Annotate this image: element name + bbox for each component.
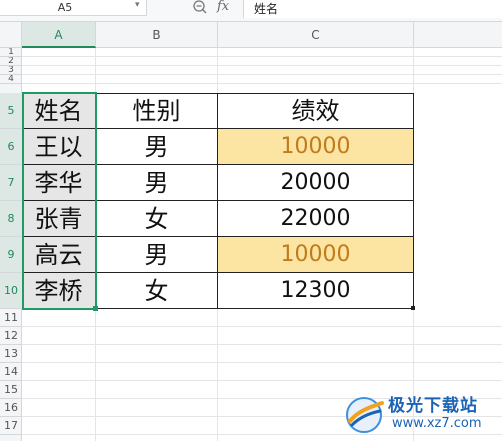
cell-b9[interactable]: 男 <box>96 237 218 273</box>
cell-a10[interactable]: 李桥 <box>22 273 96 309</box>
gridline <box>22 380 502 381</box>
gridline <box>22 65 502 66</box>
cell-a6[interactable]: 王以 <box>22 129 96 165</box>
chevron-down-icon[interactable]: ▾ <box>135 0 140 10</box>
gridline <box>22 326 502 327</box>
select-all-corner[interactable] <box>0 22 22 48</box>
cell-c8[interactable]: 22000 <box>218 201 414 237</box>
row-header-3[interactable]: 3 <box>0 66 22 75</box>
row-header-16[interactable]: 16 <box>0 399 22 417</box>
row-header-9[interactable]: 9 <box>0 237 22 273</box>
zoom-icon[interactable] <box>192 0 208 15</box>
row-header-5[interactable]: 5 <box>0 93 22 129</box>
row-header-10[interactable]: 10 <box>0 273 22 309</box>
formula-input[interactable]: 姓名 <box>243 0 502 18</box>
row-header-17[interactable]: 17 <box>0 417 22 435</box>
cell-c7[interactable]: 20000 <box>218 165 414 201</box>
watermark-title: 极光下载站 <box>388 396 478 416</box>
row-header-1[interactable]: 1 <box>0 48 22 57</box>
row-header-6[interactable]: 6 <box>0 129 22 165</box>
fill-handle[interactable] <box>93 306 98 311</box>
name-box-value: A5 <box>57 1 73 14</box>
row-header-4[interactable]: 4 <box>0 75 22 84</box>
column-header-b[interactable]: B <box>96 22 218 48</box>
gridline <box>22 344 502 345</box>
cell-b6[interactable]: 男 <box>96 129 218 165</box>
gridline <box>22 362 502 363</box>
row-header-7[interactable]: 7 <box>0 165 22 201</box>
table-corner-handle[interactable] <box>411 306 415 310</box>
gridline <box>22 56 502 57</box>
cell-c5[interactable]: 绩效 <box>218 93 414 129</box>
column-header-bar: A B C <box>0 22 502 48</box>
cell-a9[interactable]: 高云 <box>22 237 96 273</box>
row-header-13[interactable]: 13 <box>0 345 22 363</box>
cell-a8[interactable]: 张青 <box>22 201 96 237</box>
cell-a5[interactable]: 姓名 <box>22 93 96 129</box>
row-header-8[interactable]: 8 <box>0 201 22 237</box>
formula-input-value: 姓名 <box>254 2 279 16</box>
sheet-grid[interactable]: 姓名 性别 绩效 王以 男 10000 李华 男 20000 张青 女 2200… <box>22 48 502 441</box>
name-box[interactable]: A5 ▾ <box>0 0 147 16</box>
aurora-logo-icon <box>346 397 384 433</box>
cell-c10[interactable]: 12300 <box>218 273 414 309</box>
cell-b10[interactable]: 女 <box>96 273 218 309</box>
fx-icon[interactable]: fx <box>217 0 229 14</box>
column-header-c[interactable]: C <box>218 22 414 48</box>
row-header-bar: 1 2 3 4 5 6 7 8 9 10 11 12 13 14 15 16 1… <box>0 48 22 441</box>
cell-b7[interactable]: 男 <box>96 165 218 201</box>
formula-bar: A5 ▾ fx 姓名 <box>0 0 502 22</box>
cell-b8[interactable]: 女 <box>96 201 218 237</box>
row-header-2[interactable]: 2 <box>0 57 22 66</box>
row-header-14[interactable]: 14 <box>0 363 22 381</box>
row-header-12[interactable]: 12 <box>0 327 22 345</box>
row-header-11[interactable]: 11 <box>0 309 22 327</box>
watermark: 极光下载站 www.xz7.com <box>340 385 502 441</box>
row-header-15[interactable]: 15 <box>0 381 22 399</box>
column-header-a[interactable]: A <box>22 22 96 48</box>
cell-c6[interactable]: 10000 <box>218 129 414 165</box>
cell-c9[interactable]: 10000 <box>218 237 414 273</box>
cell-b5[interactable]: 性别 <box>96 93 218 129</box>
gridline <box>22 83 502 84</box>
cell-a7[interactable]: 李华 <box>22 165 96 201</box>
gridline <box>22 74 502 75</box>
watermark-url: www.xz7.com <box>392 416 482 431</box>
